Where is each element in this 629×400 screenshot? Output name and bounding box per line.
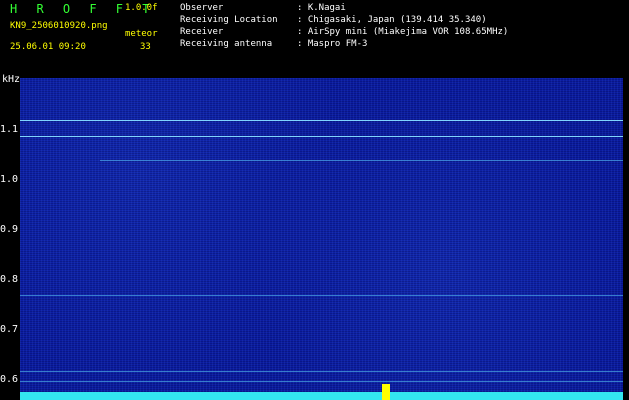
- signal-line: [20, 371, 623, 372]
- info-value-observer: : K.Nagai: [297, 3, 346, 13]
- signal-line: [20, 381, 623, 382]
- meteor-count: 33: [140, 42, 151, 52]
- info-key-observer: Observer: [180, 3, 224, 13]
- meteor-echo: [382, 384, 390, 400]
- baseline-band: [20, 392, 623, 400]
- signal-line: [20, 136, 623, 137]
- spectrogram-noise: [20, 78, 623, 400]
- info-value-location: : Chigasaki, Japan (139.414 35.340): [297, 15, 487, 25]
- y-tick-1-0: 1.0: [0, 174, 19, 185]
- info-key-location: Receiving Location: [180, 15, 278, 25]
- info-value-antenna: : Maspro FM-3: [297, 39, 368, 49]
- signal-line: [100, 160, 623, 161]
- header-panel: H R O F F T 1.0.0f KN9_2506010920.png me…: [0, 0, 629, 72]
- app-version: 1.0.0f: [125, 3, 158, 13]
- y-axis-unit: kHz: [2, 74, 21, 85]
- image-filename: KN9_2506010920.png: [10, 21, 108, 31]
- y-tick-0-9: 0.9: [0, 224, 19, 235]
- signal-line: [20, 120, 623, 121]
- y-tick-0-6: 0.6: [0, 374, 19, 385]
- y-tick-1-1: 1.1: [0, 124, 19, 135]
- info-key-receiver: Receiver: [180, 27, 224, 37]
- waterfall-spectrogram: [20, 78, 623, 400]
- observation-datetime: 25.06.01 09:20: [10, 42, 86, 52]
- meteor-label: meteor: [125, 29, 158, 39]
- y-tick-0-8: 0.8: [0, 274, 19, 285]
- signal-line: [20, 295, 623, 296]
- info-key-antenna: Receiving antenna: [180, 39, 273, 49]
- info-value-receiver: : AirSpy mini (Miakejima VOR 108.65MHz): [297, 27, 509, 37]
- y-tick-0-7: 0.7: [0, 324, 19, 335]
